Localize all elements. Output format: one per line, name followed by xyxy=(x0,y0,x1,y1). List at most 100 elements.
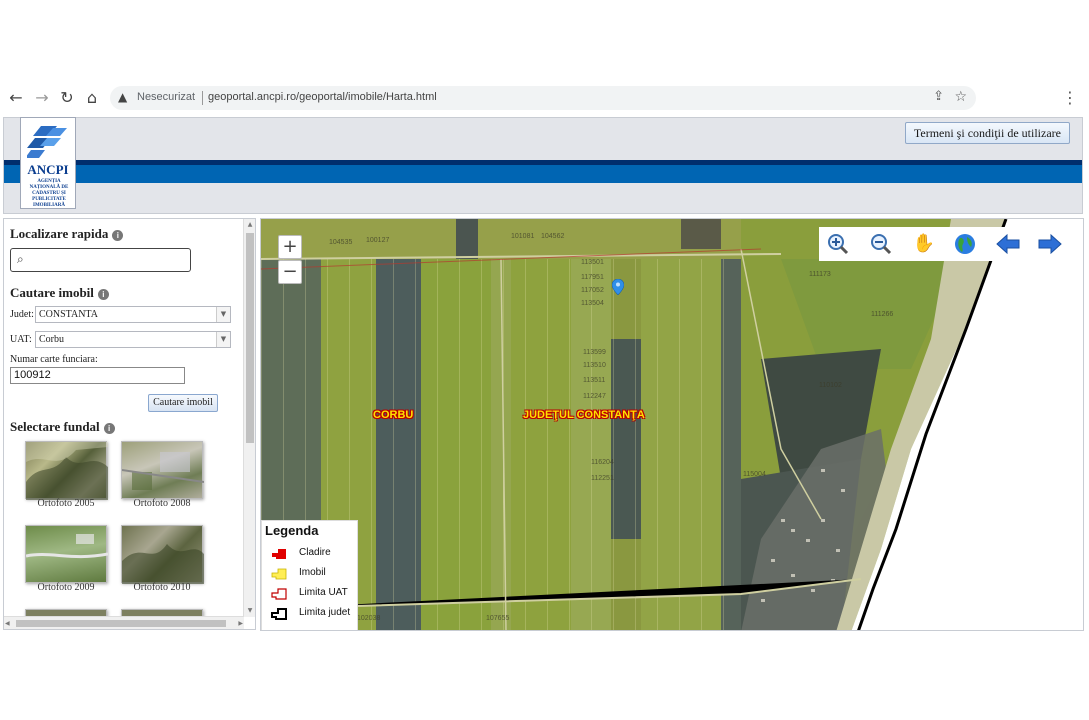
judet-select[interactable]: CONSTANTA ▼ xyxy=(35,306,231,323)
parcel-number: 102038 xyxy=(357,615,381,622)
arrow-right-icon[interactable]: → xyxy=(32,88,52,108)
security-label[interactable]: Nesecurizat xyxy=(137,91,195,103)
parcel-number: 115004 xyxy=(743,471,766,478)
quick-locate-heading: Localizare rapida i xyxy=(10,226,124,242)
building-icon xyxy=(272,549,286,559)
parcel-number: 113599 xyxy=(583,349,606,356)
parcel-number: 117052 xyxy=(581,287,604,294)
property-search-heading: Cautare imobil i xyxy=(10,285,109,301)
parcel-number: 101081 xyxy=(511,233,535,240)
basemap-label: Ortofoto 2005 xyxy=(37,498,95,509)
basemap-label: Ortofoto 2010 xyxy=(133,582,191,593)
browser-window: ← → ↻ ⌂ ▲ Nesecurizat geoportal.ancpi.ro… xyxy=(0,0,1089,720)
menu-dots-icon[interactable]: ⋮ xyxy=(1062,88,1078,107)
parcel-number: 116204 xyxy=(591,459,614,466)
logo-title: ANCPI xyxy=(27,162,69,177)
basemap-ortofoto-2010[interactable] xyxy=(121,525,204,584)
reload-icon[interactable]: ↻ xyxy=(57,88,77,108)
parcel-number: 100127 xyxy=(366,237,390,244)
legend-title: Legenda xyxy=(265,523,319,538)
address-separator xyxy=(202,91,203,105)
judet-value: CONSTANTA xyxy=(39,309,98,320)
chevron-down-icon[interactable]: ▼ xyxy=(216,332,230,347)
chevron-down-icon[interactable]: ▼ xyxy=(216,307,230,322)
legend-label: Imobil xyxy=(299,567,326,578)
info-icon[interactable]: i xyxy=(103,422,115,434)
search-input[interactable]: ⌕ xyxy=(10,248,191,272)
left-panel: Localizare rapida i ⌕ Cautare imobil i Jud… xyxy=(3,218,256,630)
basemap-thumbnail-image xyxy=(25,534,109,559)
parcel-number: 107655 xyxy=(486,615,510,622)
zoom-in-icon-graphic xyxy=(828,234,849,255)
address-bar[interactable]: ▲ Nesecurizat geoportal.ancpi.ro/geoport… xyxy=(110,86,976,110)
county-boundary-icon xyxy=(271,608,287,620)
uat-select[interactable]: Corbu ▼ xyxy=(35,331,231,348)
zoom-in-icon[interactable] xyxy=(825,232,851,256)
legend-label: Cladire xyxy=(299,547,331,558)
logo-subtitle: AGENȚIA NAȚIONALĂ DE CADASTRU ȘI PUBLICI… xyxy=(29,179,69,208)
property-search-title: Cautare imobil xyxy=(10,285,94,300)
arrow-left-icon xyxy=(996,233,1020,255)
basemap-thumbnail-image xyxy=(122,544,204,584)
share-icon[interactable]: ⇪ xyxy=(933,89,944,104)
horizontal-scrollbar[interactable]: ◀ ▶ xyxy=(4,616,244,629)
search-property-button[interactable]: Cautare imobil xyxy=(148,394,218,412)
judet-label: Judet: xyxy=(10,309,34,320)
header-stripe xyxy=(4,165,1082,183)
terms-button[interactable]: Termeni şi condiţii de utilizare xyxy=(904,122,1070,144)
zoom-out-icon-graphic xyxy=(871,234,892,255)
legend-item: Imobil xyxy=(268,566,358,582)
scrollbar-thumb[interactable] xyxy=(246,233,254,443)
basemap-ortofoto-2005[interactable] xyxy=(25,441,108,500)
basemap-title: Selectare fundal xyxy=(10,419,100,434)
arrow-left-icon[interactable]: ← xyxy=(6,88,26,108)
cf-number-field[interactable]: 100912 xyxy=(10,367,185,384)
warning-icon[interactable]: ▲ xyxy=(118,90,127,104)
next-extent-icon[interactable] xyxy=(1037,232,1063,256)
search-icon: ⌕ xyxy=(17,252,24,266)
parcel-number: 104535 xyxy=(329,239,353,246)
uat-boundary-icon xyxy=(271,588,287,600)
info-icon[interactable]: i xyxy=(112,229,124,241)
location-pin-icon[interactable] xyxy=(612,279,624,295)
uat-label: UAT: xyxy=(10,334,32,345)
quick-locate-title: Localizare rapida xyxy=(10,226,109,241)
basemap-thumbnail-image xyxy=(26,442,108,500)
scroll-up-icon[interactable]: ▲ xyxy=(244,219,255,231)
scroll-left-icon[interactable]: ◀ xyxy=(5,617,10,629)
parcel-number: 113504 xyxy=(581,300,604,307)
map-view[interactable]: CORBU JUDEŢUL CONSTANŢA 104535 100127 10… xyxy=(260,218,1084,631)
map-toolbar: ✋ xyxy=(819,227,1075,261)
zoom-in-button[interactable]: + xyxy=(278,235,302,259)
globe-icon[interactable] xyxy=(952,232,978,256)
previous-extent-icon[interactable] xyxy=(995,232,1021,256)
county-map-label: JUDEŢUL CONSTANŢA xyxy=(523,409,645,421)
parcel-number: 110102 xyxy=(819,382,842,389)
bookmark-star-icon[interactable]: ☆ xyxy=(954,89,967,105)
parcel-number: 117951 xyxy=(581,274,604,281)
scrollbar-thumb[interactable] xyxy=(16,620,226,627)
legend-label: Limita judet xyxy=(299,607,351,618)
scroll-down-icon[interactable]: ▼ xyxy=(244,605,255,617)
basemap-label: Ortofoto 2009 xyxy=(37,582,95,593)
legend-item: Limita UAT xyxy=(268,586,358,602)
home-icon[interactable]: ⌂ xyxy=(82,88,102,108)
parcel-number: 113501 xyxy=(581,259,604,266)
parcel-number: 111173 xyxy=(809,271,831,278)
url-text[interactable]: geoportal.ancpi.ro/geoportal/imobile/Har… xyxy=(208,91,437,103)
vertical-scrollbar[interactable]: ▲ ▼ xyxy=(243,219,255,617)
uat-value: Corbu xyxy=(39,334,64,345)
parcel-number: 112251 xyxy=(591,475,614,482)
uat-map-label: CORBU xyxy=(373,409,414,421)
pan-hand-icon[interactable]: ✋ xyxy=(911,232,937,256)
basemap-ortofoto-2008[interactable] xyxy=(121,441,205,499)
zoom-out-icon[interactable] xyxy=(868,232,894,256)
esri-logo[interactable]: esri xyxy=(1028,597,1064,623)
arrow-right-icon xyxy=(1038,233,1062,255)
zoom-out-button[interactable]: − xyxy=(278,260,302,284)
scroll-right-icon[interactable]: ▶ xyxy=(238,617,243,629)
ancpi-logo[interactable]: ANCPI AGENȚIA NAȚIONALĂ DE CADASTRU ȘI P… xyxy=(20,117,76,209)
info-icon[interactable]: i xyxy=(97,288,109,300)
basemap-ortofoto-2009[interactable] xyxy=(25,525,109,583)
parcel-number: 113510 xyxy=(583,362,606,369)
